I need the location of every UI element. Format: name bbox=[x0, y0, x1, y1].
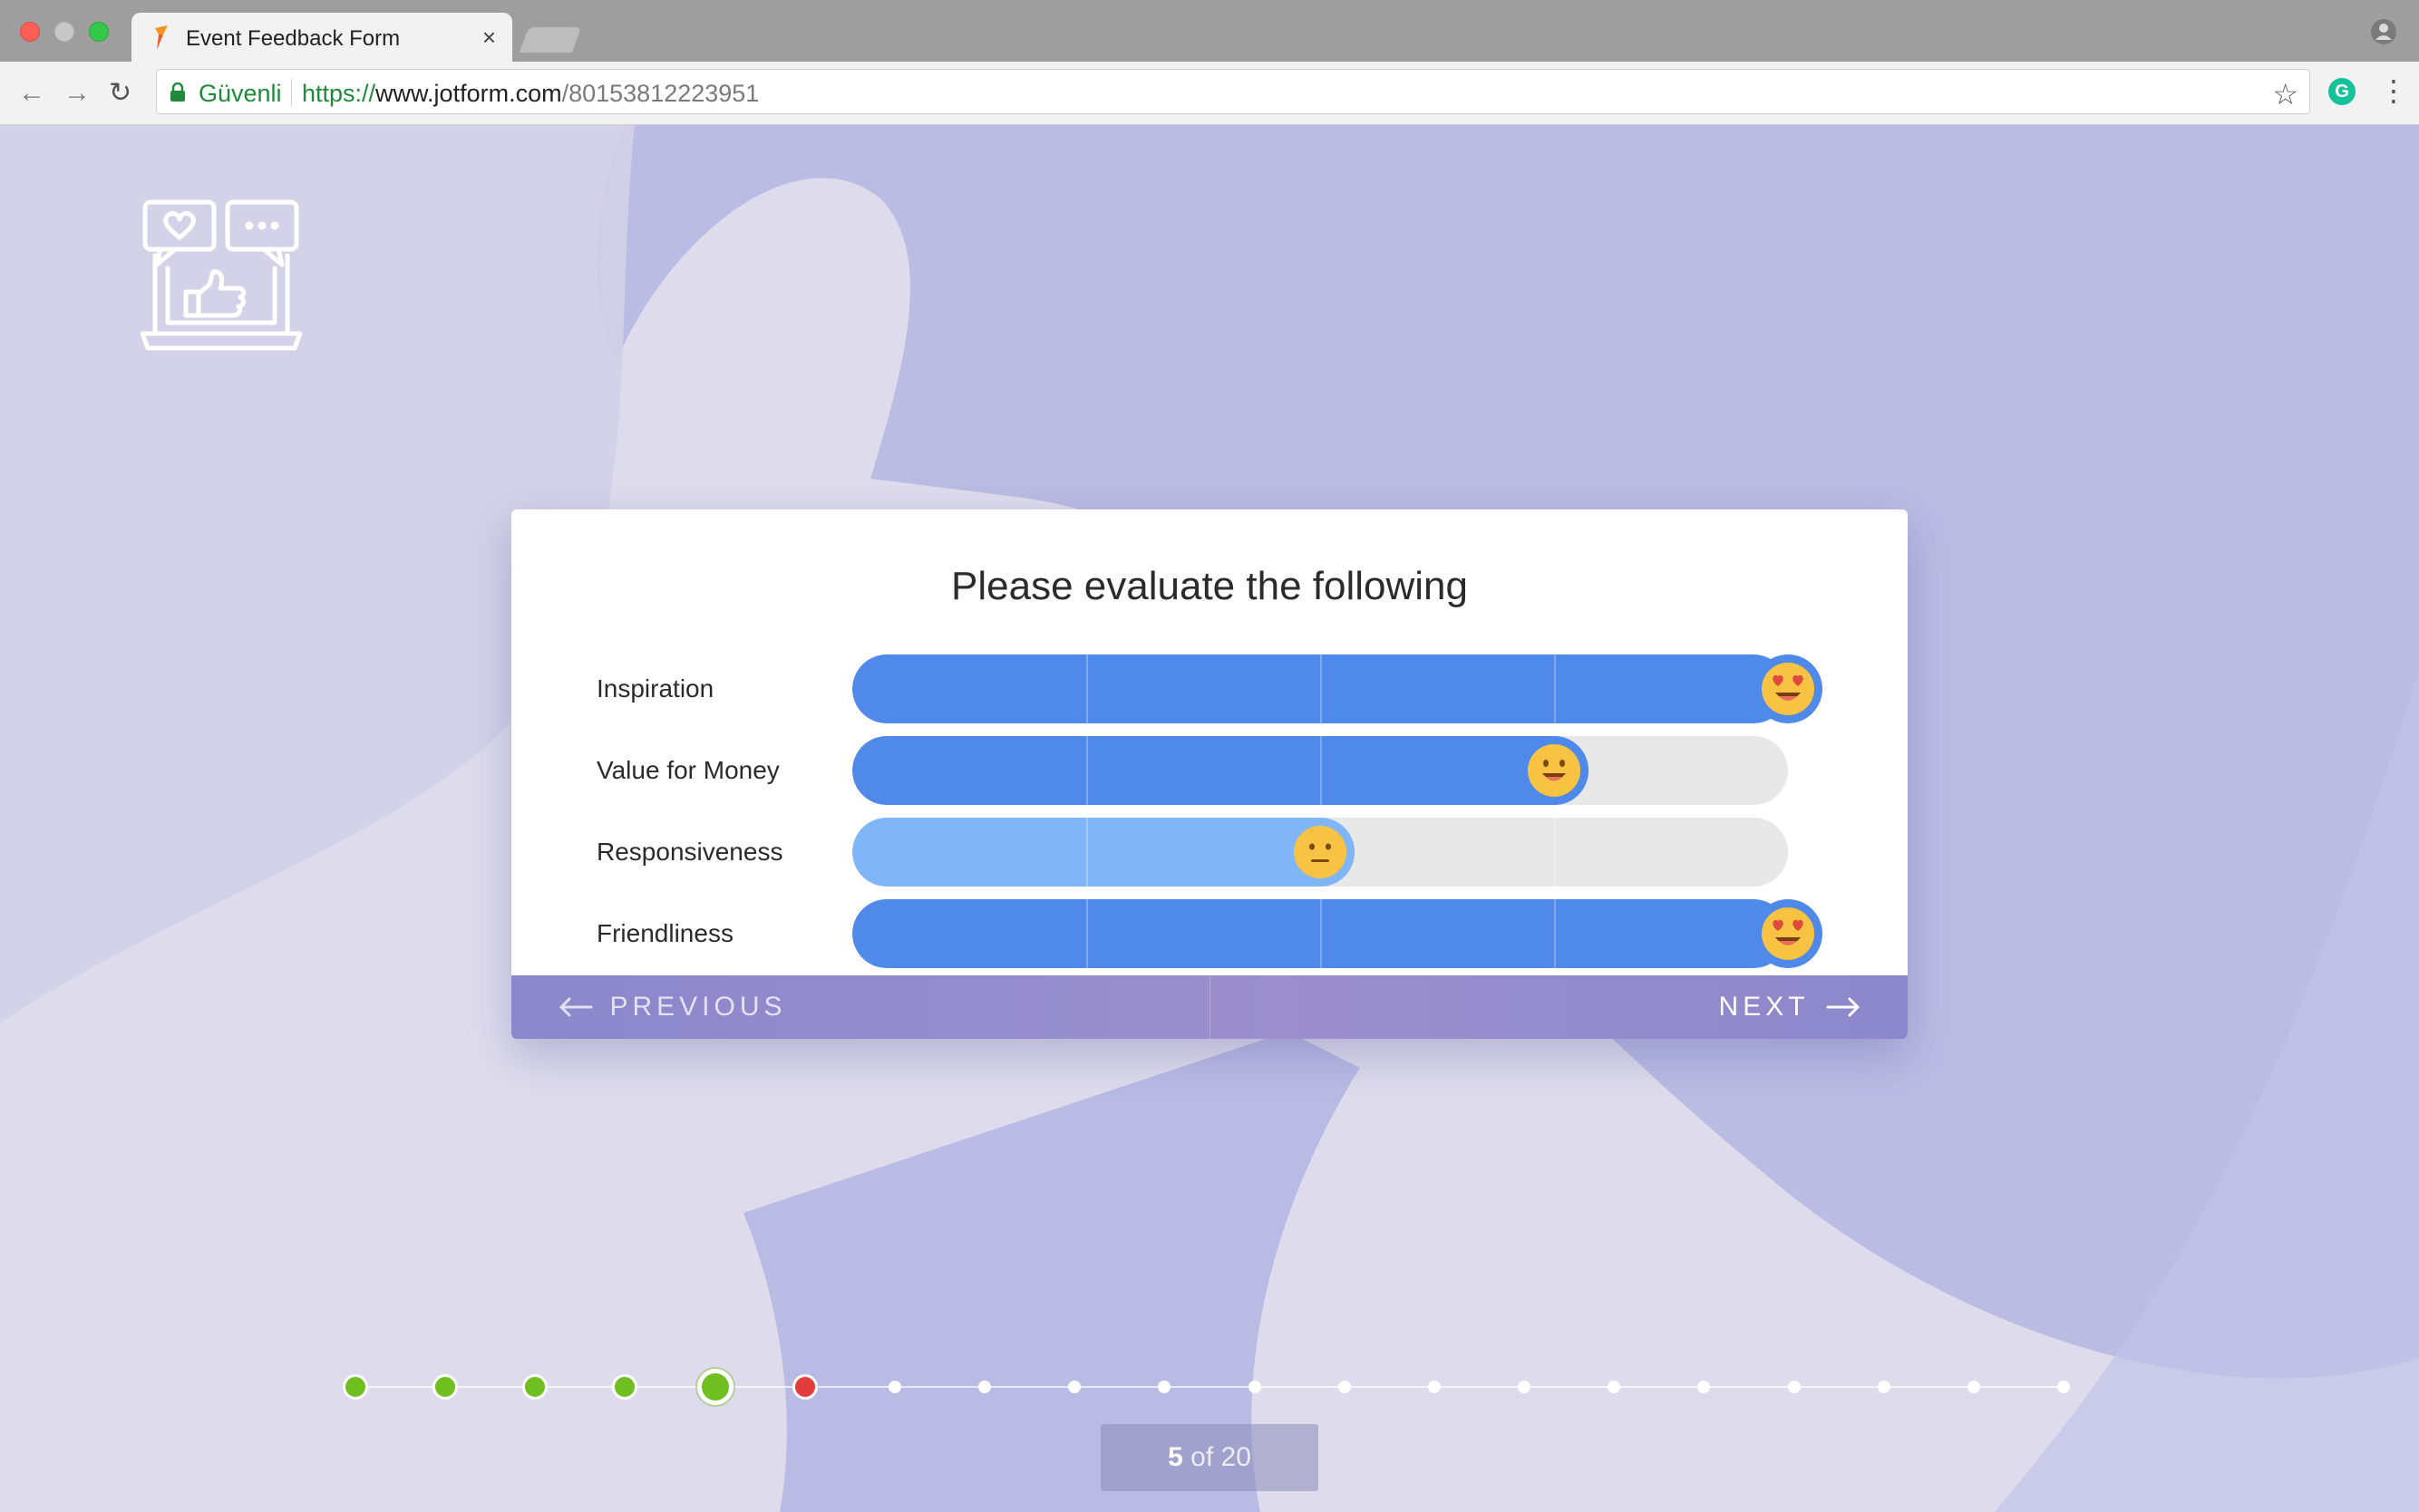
maximize-window-button[interactable] bbox=[89, 22, 109, 42]
progress-step-todo[interactable] bbox=[1787, 1381, 1801, 1393]
lock-icon bbox=[170, 82, 185, 102]
jotform-favicon-icon bbox=[155, 25, 168, 50]
secure-label: Güvenli bbox=[199, 80, 282, 107]
progress-step-todo[interactable] bbox=[2057, 1381, 2070, 1393]
progress-step-done[interactable] bbox=[612, 1374, 638, 1400]
url-scheme: https:// bbox=[302, 80, 376, 107]
progress-step-todo[interactable] bbox=[1697, 1381, 1711, 1393]
progress-step-current[interactable] bbox=[696, 1369, 733, 1405]
new-tab-button[interactable] bbox=[519, 27, 582, 53]
url-text[interactable]: https://www.jotform.com/80153812223951 bbox=[302, 80, 759, 108]
close-window-button[interactable] bbox=[20, 22, 40, 42]
url-path: /80153812223951 bbox=[561, 80, 760, 107]
progress-step-done[interactable] bbox=[343, 1374, 368, 1400]
forward-icon[interactable]: → bbox=[63, 78, 91, 109]
progress-step-todo[interactable] bbox=[1248, 1381, 1261, 1393]
grammarly-extension-icon[interactable]: G bbox=[2328, 78, 2356, 105]
counter-of: of bbox=[1190, 1442, 1214, 1472]
bookmark-star-icon[interactable]: ☆ bbox=[2272, 77, 2298, 111]
reload-icon[interactable]: ↻ bbox=[109, 78, 131, 109]
total-pages: 20 bbox=[1220, 1442, 1251, 1472]
progress-step-todo[interactable] bbox=[978, 1381, 992, 1393]
progress-step-todo[interactable] bbox=[1877, 1381, 1890, 1393]
form-page: Please evaluate the following Inspiratio… bbox=[0, 125, 2419, 1512]
progress-step-done[interactable] bbox=[522, 1374, 549, 1400]
progress-indicator bbox=[0, 125, 2419, 1512]
browser-toolbar: ← → ↻ Güvenli https://www.jotform.com/80… bbox=[0, 62, 2419, 125]
progress-step-todo[interactable] bbox=[1068, 1381, 1082, 1393]
progress-step-todo[interactable] bbox=[1427, 1381, 1441, 1393]
minimize-window-button[interactable] bbox=[54, 22, 74, 42]
current-page: 5 bbox=[1168, 1442, 1183, 1472]
profile-icon[interactable] bbox=[2370, 18, 2397, 45]
tab-strip: Event Feedback Form × bbox=[0, 0, 2419, 63]
browser-tab[interactable]: Event Feedback Form × bbox=[131, 13, 512, 63]
progress-step-done[interactable] bbox=[432, 1374, 459, 1400]
back-icon[interactable]: ← bbox=[18, 78, 45, 109]
progress-step-todo[interactable] bbox=[1158, 1381, 1171, 1393]
url-separator bbox=[291, 79, 292, 106]
address-bar[interactable]: Güvenli https://www.jotform.com/80153812… bbox=[156, 69, 2310, 114]
browser-chrome: Event Feedback Form × ← → ↻ Güvenli http… bbox=[0, 0, 2419, 125]
progress-step-todo[interactable] bbox=[1967, 1381, 1980, 1393]
tab-title: Event Feedback Form bbox=[186, 26, 401, 51]
progress-step-todo[interactable] bbox=[1608, 1381, 1621, 1393]
browser-menu-icon[interactable]: ⋮ bbox=[2379, 73, 2408, 109]
progress-step-todo[interactable] bbox=[1337, 1381, 1351, 1393]
tab-close-icon[interactable]: × bbox=[482, 24, 496, 52]
progress-step-todo[interactable] bbox=[1518, 1381, 1531, 1393]
progress-step-error[interactable] bbox=[792, 1374, 818, 1400]
progress-step-todo[interactable] bbox=[888, 1381, 901, 1393]
page-counter: 5 of 20 bbox=[1101, 1424, 1318, 1491]
url-host: www.jotform.com bbox=[375, 80, 562, 107]
